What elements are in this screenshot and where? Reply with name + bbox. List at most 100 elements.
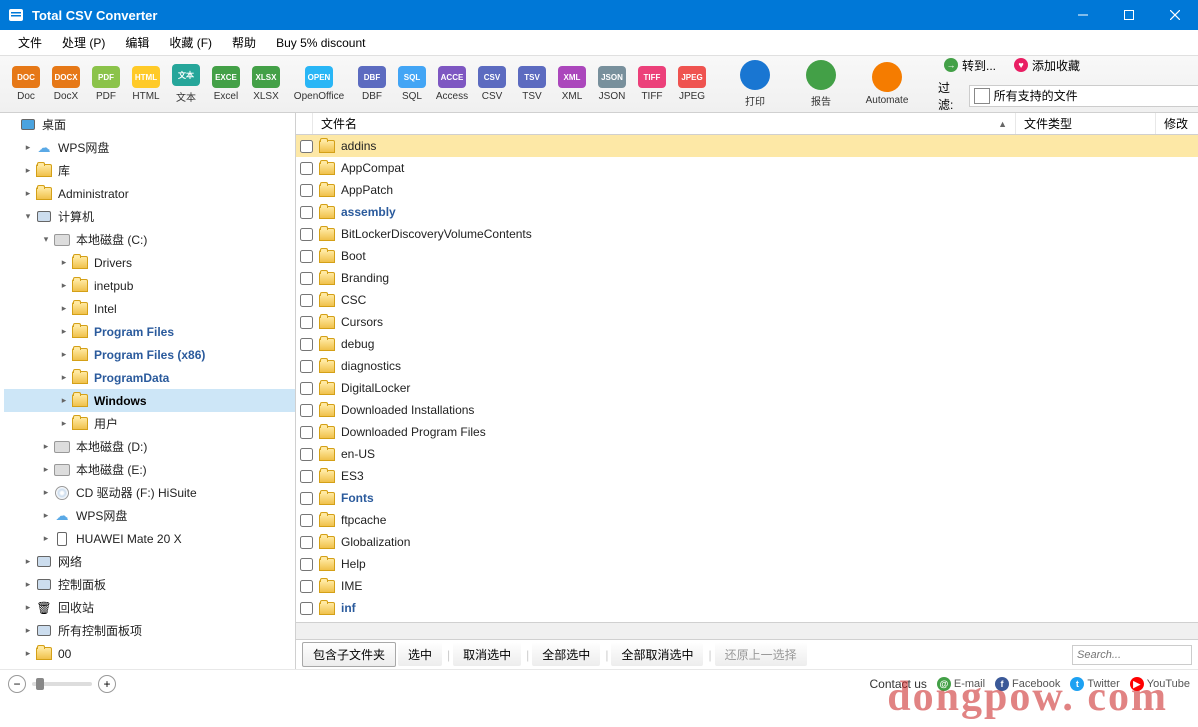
format-sql[interactable]: SQLSQL bbox=[393, 59, 431, 109]
tree-item[interactable]: ▸控制面板 bbox=[4, 573, 295, 596]
action-打印[interactable]: 打印 bbox=[723, 59, 787, 109]
goto-button[interactable]: →转到... bbox=[938, 56, 1002, 75]
tree-item[interactable]: ▸☁WPS网盘 bbox=[4, 504, 295, 527]
format-access[interactable]: ACCEAccess bbox=[433, 59, 471, 109]
format-xml[interactable]: XMLXML bbox=[553, 59, 591, 109]
col-type[interactable]: 文件类型 bbox=[1016, 113, 1156, 134]
list-row[interactable]: Downloaded Program Files bbox=[296, 421, 1198, 443]
selection-button[interactable]: 全部选中 bbox=[532, 643, 600, 666]
zoom-slider[interactable] bbox=[32, 682, 92, 686]
list-row[interactable]: assembly bbox=[296, 201, 1198, 223]
menu-edit[interactable]: 编辑 bbox=[115, 31, 159, 54]
list-row[interactable]: Cursors bbox=[296, 311, 1198, 333]
expand-icon[interactable]: ▸ bbox=[58, 326, 70, 338]
tree-item[interactable]: ▸ProgramData bbox=[4, 366, 295, 389]
action-Automate[interactable]: Automate bbox=[855, 59, 919, 109]
tree-item[interactable]: ▸00 bbox=[4, 642, 295, 665]
tree-item[interactable]: ▸Windows bbox=[4, 389, 295, 412]
row-checkbox[interactable] bbox=[300, 162, 313, 175]
tree-item[interactable]: ▸HUAWEI Mate 20 X bbox=[4, 527, 295, 550]
expand-icon[interactable]: ▸ bbox=[58, 372, 70, 384]
list-row[interactable]: ES3 bbox=[296, 465, 1198, 487]
tree-item[interactable]: ▸本地磁盘 (D:) bbox=[4, 435, 295, 458]
tree-root[interactable]: 桌面 bbox=[42, 116, 66, 133]
menu-buy[interactable]: Buy 5% discount bbox=[266, 33, 375, 53]
tree-item[interactable]: ▸网络 bbox=[4, 550, 295, 573]
list-row[interactable]: BitLockerDiscoveryVolumeContents bbox=[296, 223, 1198, 245]
expand-icon[interactable]: ▸ bbox=[58, 395, 70, 407]
expand-icon[interactable]: ▾ bbox=[40, 234, 52, 246]
tree-item[interactable]: ▸Administrator bbox=[4, 182, 295, 205]
selection-button[interactable]: 全部取消选中 bbox=[611, 643, 703, 666]
tree-item[interactable]: ▸Drivers bbox=[4, 251, 295, 274]
expand-icon[interactable]: ▸ bbox=[58, 257, 70, 269]
zoom-in-button[interactable]: + bbox=[98, 675, 116, 693]
row-checkbox[interactable] bbox=[300, 316, 313, 329]
format-pdf[interactable]: PDFPDF bbox=[87, 59, 125, 109]
row-checkbox[interactable] bbox=[300, 602, 313, 615]
list-row[interactable]: addins bbox=[296, 135, 1198, 157]
row-checkbox[interactable] bbox=[300, 272, 313, 285]
list-row[interactable]: Boot bbox=[296, 245, 1198, 267]
horizontal-scrollbar[interactable] bbox=[296, 622, 1198, 639]
tree-item[interactable]: ▸inetpub bbox=[4, 274, 295, 297]
list-row[interactable]: CSC bbox=[296, 289, 1198, 311]
expand-icon[interactable]: ▸ bbox=[58, 418, 70, 430]
expand-icon[interactable]: ▸ bbox=[40, 464, 52, 476]
row-checkbox[interactable] bbox=[300, 558, 313, 571]
row-checkbox[interactable] bbox=[300, 206, 313, 219]
format-excel[interactable]: EXCEExcel bbox=[207, 59, 245, 109]
tree-item[interactable]: ▾计算机 bbox=[4, 205, 295, 228]
filter-combo[interactable]: ⌄ bbox=[969, 85, 1198, 107]
row-checkbox[interactable] bbox=[300, 448, 313, 461]
tree-item[interactable]: ▸用户 bbox=[4, 412, 295, 435]
format-openoffice[interactable]: OPENOpenOffice bbox=[287, 59, 351, 109]
search-input[interactable] bbox=[1072, 645, 1192, 665]
list-row[interactable]: Globalization bbox=[296, 531, 1198, 553]
menu-process[interactable]: 处理 (P) bbox=[52, 31, 115, 54]
format-文本[interactable]: 文本文本 bbox=[167, 59, 205, 109]
tree-item[interactable]: ▸CD 驱动器 (F:) HiSuite bbox=[4, 481, 295, 504]
maximize-button[interactable] bbox=[1106, 0, 1152, 30]
format-jpeg[interactable]: JPEGJPEG bbox=[673, 59, 711, 109]
tree-item[interactable]: ▸Program Files (x86) bbox=[4, 343, 295, 366]
tree-item[interactable]: ▸🗑回收站 bbox=[4, 596, 295, 619]
expand-icon[interactable]: ▸ bbox=[58, 280, 70, 292]
tree-item[interactable]: ▸Intel bbox=[4, 297, 295, 320]
list-row[interactable]: AppPatch bbox=[296, 179, 1198, 201]
format-tsv[interactable]: TSVTSV bbox=[513, 59, 551, 109]
format-docx[interactable]: DOCXDocX bbox=[47, 59, 85, 109]
expand-icon[interactable]: ▸ bbox=[22, 625, 34, 637]
tree-item[interactable]: ▸所有控制面板项 bbox=[4, 619, 295, 642]
social-facebook[interactable]: fFacebook bbox=[995, 677, 1060, 691]
row-checkbox[interactable] bbox=[300, 514, 313, 527]
list-row[interactable]: debug bbox=[296, 333, 1198, 355]
list-row[interactable]: ftpcache bbox=[296, 509, 1198, 531]
tree-item[interactable]: ▸☁WPS网盘 bbox=[4, 136, 295, 159]
addfav-button[interactable]: ♥添加收藏 bbox=[1008, 56, 1086, 75]
row-checkbox[interactable] bbox=[300, 382, 313, 395]
list-row[interactable]: inf bbox=[296, 597, 1198, 619]
col-mod[interactable]: 修改 bbox=[1156, 113, 1198, 134]
tree-item[interactable]: ▸本地磁盘 (E:) bbox=[4, 458, 295, 481]
format-tiff[interactable]: TIFFTIFF bbox=[633, 59, 671, 109]
format-xlsx[interactable]: XLSXXLSX bbox=[247, 59, 285, 109]
list-row[interactable]: Fonts bbox=[296, 487, 1198, 509]
row-checkbox[interactable] bbox=[300, 184, 313, 197]
expand-icon[interactable]: ▸ bbox=[22, 142, 34, 154]
expand-icon[interactable]: ▸ bbox=[22, 602, 34, 614]
expand-icon[interactable]: ▸ bbox=[22, 556, 34, 568]
expand-icon[interactable]: ▸ bbox=[22, 579, 34, 591]
row-checkbox[interactable] bbox=[300, 338, 313, 351]
filter-input[interactable] bbox=[994, 89, 1198, 103]
selection-button[interactable]: 包含子文件夹 bbox=[302, 642, 396, 667]
list-header[interactable]: 文件名▲ 文件类型 修改 bbox=[296, 113, 1198, 135]
row-checkbox[interactable] bbox=[300, 404, 313, 417]
row-checkbox[interactable] bbox=[300, 228, 313, 241]
row-checkbox[interactable] bbox=[300, 140, 313, 153]
expand-icon[interactable]: ▸ bbox=[40, 487, 52, 499]
expand-icon[interactable]: ▾ bbox=[22, 211, 34, 223]
expand-icon[interactable]: ▸ bbox=[40, 533, 52, 545]
tree-item[interactable]: ▸GodMode bbox=[4, 665, 295, 669]
list-row[interactable]: Help bbox=[296, 553, 1198, 575]
